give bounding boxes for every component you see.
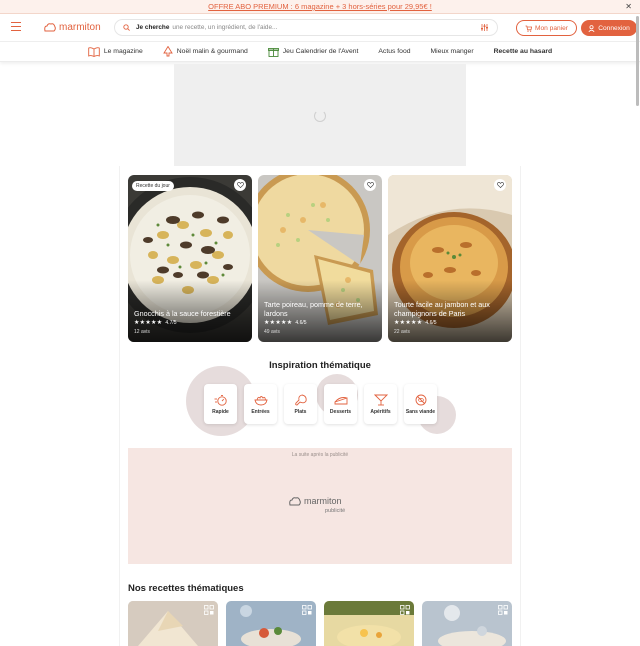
logo[interactable]: marmiton <box>44 22 101 33</box>
nav-item-mieux-manger[interactable]: Mieux manger <box>431 48 474 55</box>
ad-sub: publicité <box>325 508 346 514</box>
recipe-rating: ★★★★★ 4.6/5 <box>394 319 437 327</box>
nav-label: Recette au hasard <box>493 48 553 55</box>
nav-item-calendrier[interactable]: Jeu Calendrier de l'Avent <box>267 46 359 57</box>
search-bar[interactable]: Je cherche une recette, un ingrédient, d… <box>114 19 498 36</box>
thematic-card[interactable] <box>226 601 316 646</box>
recipe-title: Tarte poireau, pomme de terre, lardons <box>264 300 363 318</box>
chef-hat-icon <box>289 496 301 505</box>
category-entrees[interactable]: Entrées <box>244 384 277 424</box>
ad-logo: marmiton <box>289 496 342 506</box>
category-label: Rapide <box>212 408 229 415</box>
review-count: 49 avis <box>264 329 280 335</box>
favorite-heart-icon[interactable] <box>234 179 246 191</box>
gift-icon <box>267 48 279 57</box>
category-plats[interactable]: Plats <box>284 384 317 424</box>
recipe-card[interactable]: Recette du jour Gnocchis à la sauce fore… <box>128 175 252 342</box>
category-label: Plats <box>294 408 307 415</box>
stopwatch-icon <box>214 394 227 406</box>
category-desserts[interactable]: Desserts <box>324 384 357 424</box>
inspiration-title: Inspiration thématique <box>269 360 371 371</box>
user-icon <box>588 24 595 32</box>
category-label: Entrées <box>251 408 270 415</box>
nav-item-actus[interactable]: Actus food <box>378 48 410 55</box>
category-aperitifs[interactable]: Apéritifs <box>364 384 397 424</box>
review-count: 12 avis <box>134 329 150 335</box>
cart-label: Mon panier <box>535 24 568 32</box>
stars-icon: ★★★★★ <box>394 320 423 326</box>
recipe-of-day-badge: Recette du jour <box>132 181 174 191</box>
book-icon <box>88 46 100 57</box>
rating-value: 4.6/5 <box>295 319 307 326</box>
nav-label: Mieux manger <box>430 48 474 55</box>
recipe-card[interactable]: Tarte poireau, pomme de terre, lardons ★… <box>258 175 382 342</box>
category-rapide[interactable]: Rapide <box>204 384 237 424</box>
cocktail-icon <box>373 394 388 405</box>
favorite-heart-icon[interactable] <box>364 179 376 191</box>
ad-notice: La suite après la publicité <box>291 452 349 458</box>
thematic-title: Nos recettes thématiques <box>128 583 244 594</box>
chicken-leg-icon <box>294 394 307 405</box>
filter-icon[interactable] <box>480 23 489 32</box>
search-input[interactable]: une recette, un ingrédient, de l'aide... <box>172 24 277 31</box>
recipe-title: Tourte facile au jambon et aux champigno… <box>394 300 490 318</box>
advertisement: La suite après la publicité marmiton pub… <box>128 448 512 564</box>
christmas-tree-icon <box>162 46 173 57</box>
loading-spinner-icon <box>314 110 326 122</box>
review-count: 22 avis <box>394 329 410 335</box>
nav-item-magazine[interactable]: Le magazine <box>88 46 143 57</box>
grid-icon <box>204 605 214 615</box>
thematic-card[interactable] <box>422 601 512 646</box>
thematic-card[interactable] <box>128 601 218 646</box>
content-border-right <box>520 166 521 646</box>
thematic-card[interactable] <box>324 601 414 646</box>
chef-hat-icon <box>44 23 56 32</box>
nav-item-noel[interactable]: Noël malin & gourmand <box>162 46 248 57</box>
ad-logo-text: marmiton <box>304 496 342 506</box>
grid-icon <box>498 605 508 615</box>
nav-label: Noël malin & gourmand <box>176 48 248 55</box>
stars-icon: ★★★★★ <box>264 320 293 326</box>
no-meat-icon <box>415 394 426 405</box>
nav-item-hasard[interactable]: Recette au hasard <box>494 48 553 55</box>
top-ad-placeholder <box>174 64 466 166</box>
nav-label: Le magazine <box>103 48 143 55</box>
close-icon[interactable]: ✕ <box>625 0 632 14</box>
promo-link[interactable]: OFFRE ABO PREMIUM : 6 magazine + 3 hors-… <box>208 2 432 11</box>
main-nav: Le magazine Noël malin & gourmand Jeu Ca… <box>0 42 640 62</box>
category-label: Sans viande <box>405 408 436 415</box>
cart-icon <box>525 25 532 32</box>
recipe-title: Gnocchis à la sauce forestière <box>134 309 231 318</box>
content-border-left <box>119 166 120 646</box>
nav-label: Actus food <box>378 48 411 55</box>
grid-icon <box>400 605 410 615</box>
recipe-rating: ★★★★★ 4.7/5 <box>134 319 177 327</box>
logo-text: marmiton <box>59 22 101 33</box>
rating-value: 4.7/5 <box>165 319 177 326</box>
category-label: Desserts <box>329 408 352 415</box>
search-icon <box>123 24 130 31</box>
recipe-rating: ★★★★★ 4.6/5 <box>264 319 307 327</box>
nav-label: Jeu Calendrier de l'Avent <box>282 48 359 55</box>
menu-icon[interactable] <box>11 22 21 31</box>
favorite-heart-icon[interactable] <box>494 179 506 191</box>
stars-icon: ★★★★★ <box>134 320 163 326</box>
login-button[interactable]: Connexion <box>581 20 637 36</box>
grid-icon <box>302 605 312 615</box>
recipe-card[interactable]: Tourte facile au jambon et aux champigno… <box>388 175 512 342</box>
cart-button[interactable]: Mon panier <box>516 20 577 36</box>
salad-bowl-icon <box>253 395 268 405</box>
promo-banner: OFFRE ABO PREMIUM : 6 magazine + 3 hors-… <box>0 0 640 14</box>
page-scrollbar[interactable] <box>636 16 639 106</box>
login-label: Connexion <box>598 24 630 32</box>
header: marmiton Je cherche une recette, un ingr… <box>0 14 640 42</box>
category-label: Apéritifs <box>370 408 391 415</box>
rating-value: 4.6/5 <box>425 319 437 326</box>
search-label: Je cherche <box>136 24 170 31</box>
category-sans-viande[interactable]: Sans viande <box>404 384 437 424</box>
cake-slice-icon <box>334 396 347 404</box>
